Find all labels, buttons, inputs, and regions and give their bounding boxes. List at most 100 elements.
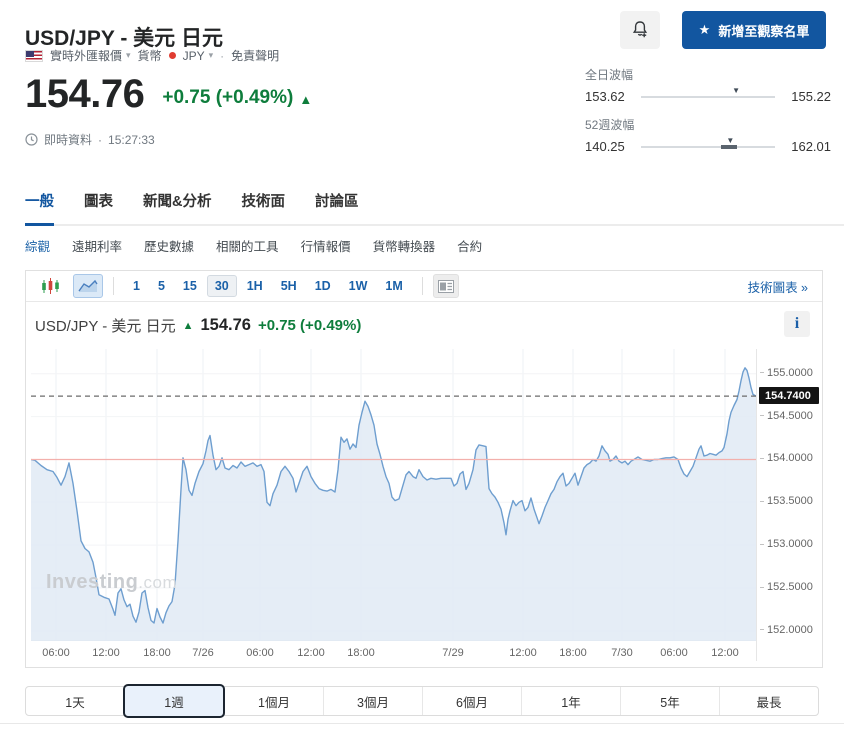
main-tabs: 一般 圖表 新聞&分析 技術面 討論區: [25, 190, 844, 226]
subtab-quotes[interactable]: 行情報價: [301, 236, 351, 255]
clock-icon: [25, 133, 38, 146]
breadcrumb: 實時外匯報價 ▾ 貨幣 JPY ▾ · 免責聲明: [25, 47, 279, 64]
breadcrumb-code[interactable]: JPY: [183, 49, 205, 63]
timeframe-5h[interactable]: 5H: [273, 275, 305, 297]
currency-dot-icon: [169, 52, 176, 59]
week52-range-label: 52週波幅: [585, 116, 831, 133]
y-axis-label: 154.5000: [760, 410, 813, 422]
us-flag-icon: [25, 50, 43, 62]
period-1mo[interactable]: 1個月: [224, 687, 323, 715]
timeframe-1h[interactable]: 1H: [239, 275, 271, 297]
news-overlay-button[interactable]: [433, 274, 459, 298]
time-separator: ·: [98, 133, 102, 147]
subtab-overview[interactable]: 綜觀: [25, 236, 50, 255]
technical-chart-link[interactable]: 技術圖表 »: [748, 277, 808, 296]
chart-toolbar: 1 5 15 30 1H 5H 1D 1W 1M 技術圖表 »: [26, 271, 822, 302]
create-alert-button[interactable]: [620, 11, 660, 49]
star-icon: ★: [699, 22, 711, 38]
subtab-related-tools[interactable]: 相關的工具: [216, 236, 279, 255]
timeframe-5[interactable]: 5: [150, 275, 173, 297]
x-axis-label: 12:00: [695, 647, 755, 659]
news-layout-icon: [438, 280, 454, 293]
realtime-label: 即時資料: [44, 131, 92, 148]
watermark: Investing.com: [46, 571, 177, 594]
x-axis-label: 7/29: [423, 647, 483, 659]
last-price: 154.76: [25, 74, 144, 114]
watermark-bold: Investing: [46, 571, 138, 593]
subtab-contracts[interactable]: 合約: [457, 236, 482, 255]
sub-tabs: 綜觀 遠期利率 歷史數據 相關的工具 行情報價 貨幣轉換器 合約: [25, 236, 482, 255]
add-to-watchlist-label: 新增至觀察名單: [718, 21, 809, 40]
y-axis-label: 153.5000: [760, 495, 813, 507]
chevron-down-icon[interactable]: ▾: [126, 50, 131, 61]
subtab-currency-converter[interactable]: 貨幣轉換器: [373, 236, 436, 255]
disclaimer-link[interactable]: 免責聲明: [231, 47, 279, 64]
timeframe-1[interactable]: 1: [125, 275, 148, 297]
quote-row: 154.76 +0.75 (+0.49%) ▲: [25, 74, 312, 114]
tab-charts[interactable]: 圖表: [84, 190, 113, 226]
x-axis-label: 18:00: [331, 647, 391, 659]
chart-widget: 1 5 15 30 1H 5H 1D 1W 1M 技術圖表 » USD/JPY …: [25, 270, 823, 668]
ranges-panel: 全日波幅 153.62 ▼ 155.22 52週波幅 140.25 ▼ 162.…: [585, 66, 831, 166]
week52-range-row: 140.25 ▼ 162.01: [585, 139, 831, 154]
bell-plus-icon: [631, 20, 649, 41]
timeframe-1d[interactable]: 1D: [307, 275, 339, 297]
x-axis-label: 7/26: [173, 647, 233, 659]
add-to-watchlist-button[interactable]: ★ 新增至觀察名單: [682, 11, 826, 49]
week52-range-low: 140.25: [585, 139, 631, 154]
chart-last-price: 154.76: [200, 316, 250, 335]
subtab-historical-data[interactable]: 歷史數據: [144, 236, 194, 255]
timeframe-1m[interactable]: 1M: [377, 275, 410, 297]
breadcrumb-quotes-link[interactable]: 實時外匯報價: [50, 47, 122, 64]
page-divider: [0, 723, 844, 724]
tab-technical[interactable]: 技術面: [241, 190, 285, 226]
y-axis-label: 155.0000: [760, 367, 813, 379]
daily-range-row: 153.62 ▼ 155.22: [585, 89, 831, 104]
chevron-down-icon[interactable]: ▾: [209, 50, 214, 61]
toolbar-divider: [113, 277, 114, 295]
area-chart-button[interactable]: [73, 274, 103, 298]
price-chart-plot[interactable]: Investing.com: [31, 349, 756, 641]
info-icon[interactable]: i: [784, 311, 810, 337]
period-max[interactable]: 最長: [719, 687, 818, 715]
chart-instrument-name: USD/JPY - 美元 日元: [35, 315, 176, 336]
area-chart-icon: [78, 279, 98, 293]
timeframe-30[interactable]: 30: [207, 275, 237, 297]
quote-time-row: 即時資料 · 15:27:33: [25, 131, 155, 148]
chart-header: USD/JPY - 美元 日元 ▲ 154.76 +0.75 (+0.49%): [35, 315, 361, 336]
current-price-label: 154.7400: [759, 387, 819, 404]
daily-range-high: 155.22: [785, 89, 831, 104]
period-6mo[interactable]: 6個月: [422, 687, 521, 715]
price-change: +0.75 (+0.49%): [162, 87, 293, 109]
week52-range-high: 162.01: [785, 139, 831, 154]
y-axis-label: 154.0000: [760, 452, 813, 464]
week52-range-track: ▼: [641, 146, 775, 148]
period-5y[interactable]: 5年: [620, 687, 719, 715]
week52-range-marker-icon: ▼: [726, 137, 734, 145]
timeframe-1w[interactable]: 1W: [341, 275, 376, 297]
period-1y[interactable]: 1年: [521, 687, 620, 715]
up-arrow-icon: ▲: [183, 320, 194, 332]
period-1w[interactable]: 1週: [123, 684, 225, 718]
price-chart-svg[interactable]: [31, 349, 756, 641]
daily-range-low: 153.62: [585, 89, 631, 104]
x-axis: 06:0012:0018:007/2606:0012:0018:007/2912…: [31, 647, 756, 663]
candlestick-icon: [41, 277, 60, 296]
y-axis-label: 152.0000: [760, 624, 813, 636]
chart-price-change: +0.75 (+0.49%): [258, 317, 361, 334]
breadcrumb-currency-link[interactable]: 貨幣: [138, 47, 162, 64]
period-3mo[interactable]: 3個月: [323, 687, 422, 715]
period-1d[interactable]: 1天: [26, 687, 124, 715]
timeframe-15[interactable]: 15: [175, 275, 205, 297]
subtab-forward-rates[interactable]: 遠期利率: [72, 236, 122, 255]
watermark-light: .com: [138, 573, 177, 592]
tab-comments[interactable]: 討論區: [315, 190, 359, 226]
area-series-fill: [31, 368, 756, 641]
toolbar-divider: [422, 277, 423, 295]
tab-news-analysis[interactable]: 新聞&分析: [143, 190, 211, 226]
daily-range-track: ▼: [641, 96, 775, 98]
tab-general[interactable]: 一般: [25, 190, 54, 226]
x-axis-label: 7/30: [592, 647, 652, 659]
candlestick-chart-button[interactable]: [36, 274, 65, 298]
period-bar: 1天 1週 1個月 3個月 6個月 1年 5年 最長: [25, 686, 819, 716]
